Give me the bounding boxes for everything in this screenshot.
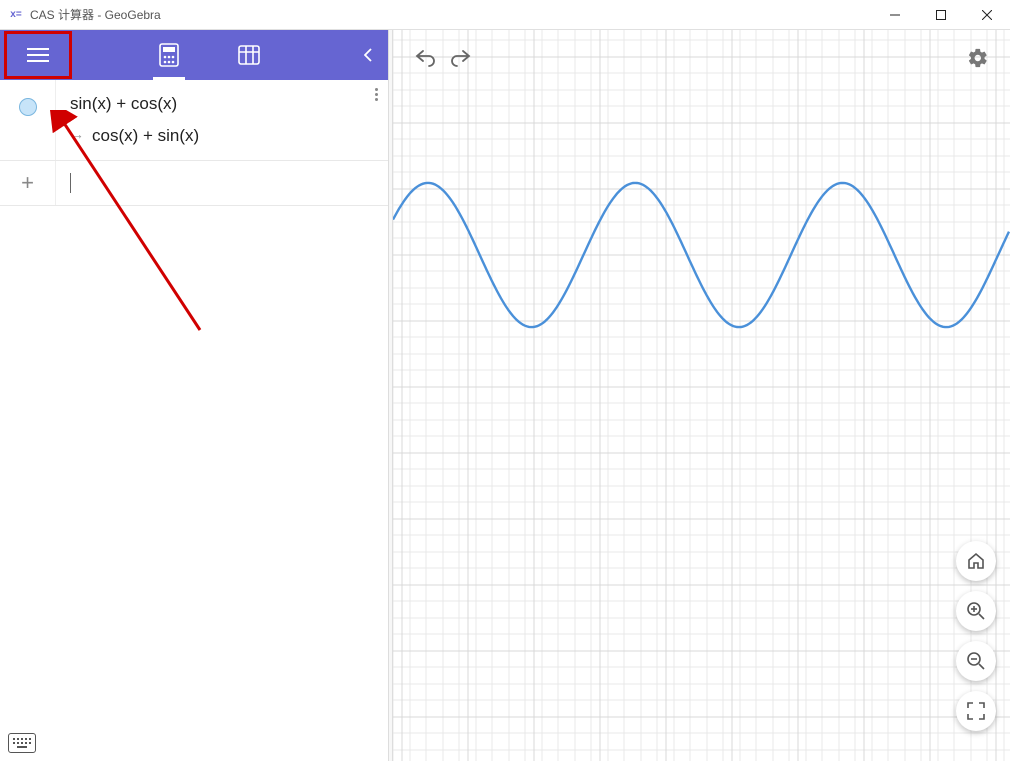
graph-canvas[interactable] — [393, 30, 1010, 761]
cas-new-row[interactable]: + — [0, 161, 388, 206]
virtual-keyboard-button[interactable] — [8, 733, 36, 753]
undo-button[interactable] — [407, 40, 443, 76]
grid — [393, 30, 1010, 761]
home-view-button[interactable] — [956, 541, 996, 581]
cas-panel: sin(x) + cos(x) → cos(x) + sin(x) + — [0, 30, 388, 761]
settings-button[interactable] — [960, 40, 996, 76]
table-icon — [238, 45, 260, 65]
tab-calculator[interactable] — [149, 30, 189, 80]
window-minimize-button[interactable] — [872, 0, 918, 30]
output-arrow-icon: → — [70, 126, 84, 142]
graphics-view[interactable] — [393, 30, 1010, 761]
cas-row[interactable]: sin(x) + cos(x) → cos(x) + sin(x) — [0, 80, 388, 161]
window-close-button[interactable] — [964, 0, 1010, 30]
calculator-icon — [159, 43, 179, 67]
text-cursor — [70, 173, 71, 193]
window-titlebar: x= CAS 计算器 - GeoGebra — [0, 0, 1010, 30]
row-menu-button[interactable] — [375, 86, 378, 103]
cas-toolbar — [0, 30, 388, 80]
cas-output: → cos(x) + sin(x) — [70, 120, 378, 150]
add-row-button[interactable]: + — [0, 161, 56, 205]
cas-rows: sin(x) + cos(x) → cos(x) + sin(x) + — [0, 80, 388, 761]
fullscreen-button[interactable] — [956, 691, 996, 731]
cas-output-text: cos(x) + sin(x) — [92, 126, 199, 145]
hamburger-menu-button[interactable] — [6, 33, 70, 77]
window-maximize-button[interactable] — [918, 0, 964, 30]
visibility-toggle[interactable] — [19, 98, 37, 116]
zoom-in-button[interactable] — [956, 591, 996, 631]
window-title: CAS 计算器 - GeoGebra — [30, 6, 161, 23]
zoom-out-icon — [966, 651, 986, 671]
fullscreen-icon — [967, 702, 985, 720]
new-row-input[interactable] — [56, 161, 388, 205]
chevron-left-icon — [364, 48, 372, 62]
redo-button[interactable] — [443, 40, 479, 76]
collapse-panel-button[interactable] — [348, 30, 388, 80]
zoom-out-button[interactable] — [956, 641, 996, 681]
app-icon: x= — [8, 7, 24, 23]
tab-table[interactable] — [229, 30, 269, 80]
cas-input[interactable]: sin(x) + cos(x) — [70, 90, 378, 120]
zoom-in-icon — [966, 601, 986, 621]
redo-icon — [450, 49, 472, 67]
home-icon — [966, 551, 986, 571]
undo-icon — [414, 49, 436, 67]
gear-icon — [967, 47, 989, 69]
hamburger-icon — [27, 47, 49, 63]
